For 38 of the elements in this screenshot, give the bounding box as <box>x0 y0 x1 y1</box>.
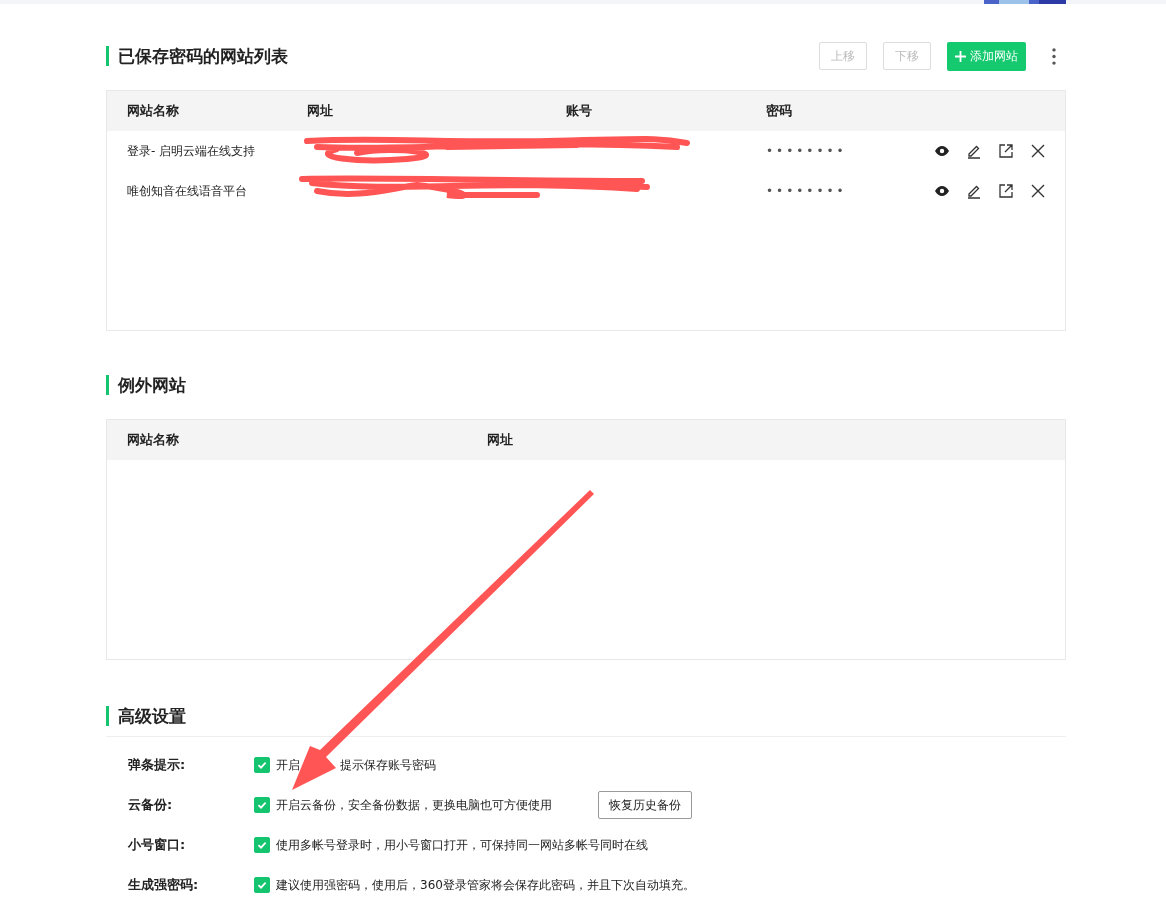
external-link-icon[interactable] <box>998 183 1014 199</box>
checkbox[interactable] <box>254 757 270 773</box>
password-dots: •••••••• <box>766 144 848 158</box>
setting-description: 建议使用强密码，使用后，360登录管家将会保存此密码，并且下次自动填充。 <box>276 876 695 894</box>
setting-description: 开启云备份，安全备份数据，更换电脑也可方便使用 <box>276 796 552 814</box>
setting-description: 使用多帐号登录时，用小号窗口打开，可保持同一网站多帐号同时在线 <box>276 836 648 854</box>
column-header: 网站名称 <box>127 431 180 449</box>
setting-label: 生成强密码: <box>128 876 200 894</box>
eye-icon[interactable] <box>934 143 950 159</box>
column-header: 账号 <box>566 102 593 120</box>
table-cell-text: 登录- 启明云端在线支持 <box>127 142 257 160</box>
checkbox[interactable] <box>254 877 270 893</box>
more-icon[interactable] <box>1052 47 1056 65</box>
checkbox[interactable] <box>254 837 270 853</box>
column-header: 网址 <box>307 102 334 120</box>
plus-icon <box>955 50 966 62</box>
edit-icon[interactable] <box>966 143 982 159</box>
setting-label: 小号窗口: <box>128 836 187 854</box>
setting-description: 开启 <box>276 756 300 774</box>
close-icon[interactable] <box>1030 183 1046 199</box>
column-header: 网址 <box>487 431 513 449</box>
checkbox[interactable] <box>254 797 270 813</box>
section-title: 例外网站 <box>106 375 186 395</box>
password-dots: •••••••• <box>766 184 848 198</box>
setting-label: 云备份: <box>128 796 174 814</box>
add-site-button[interactable]: 添加网站 <box>947 41 1026 71</box>
table-cell-text: 唯创知音在线语音平台 <box>127 182 248 200</box>
eye-icon[interactable] <box>934 183 950 199</box>
edit-icon[interactable] <box>966 183 982 199</box>
close-icon[interactable] <box>1030 143 1046 159</box>
external-link-icon[interactable] <box>998 143 1014 159</box>
column-header: 密码 <box>766 102 793 120</box>
section-title: 已保存密码的网站列表 <box>106 46 288 66</box>
setting-description: 提示保存账号密码 <box>340 756 436 774</box>
section-title: 高级设置 <box>106 706 186 726</box>
setting-label: 弹条提示: <box>128 756 187 774</box>
column-header: 网站名称 <box>127 102 180 120</box>
restore-backup-button[interactable]: 恢复历史备份 <box>598 791 692 819</box>
